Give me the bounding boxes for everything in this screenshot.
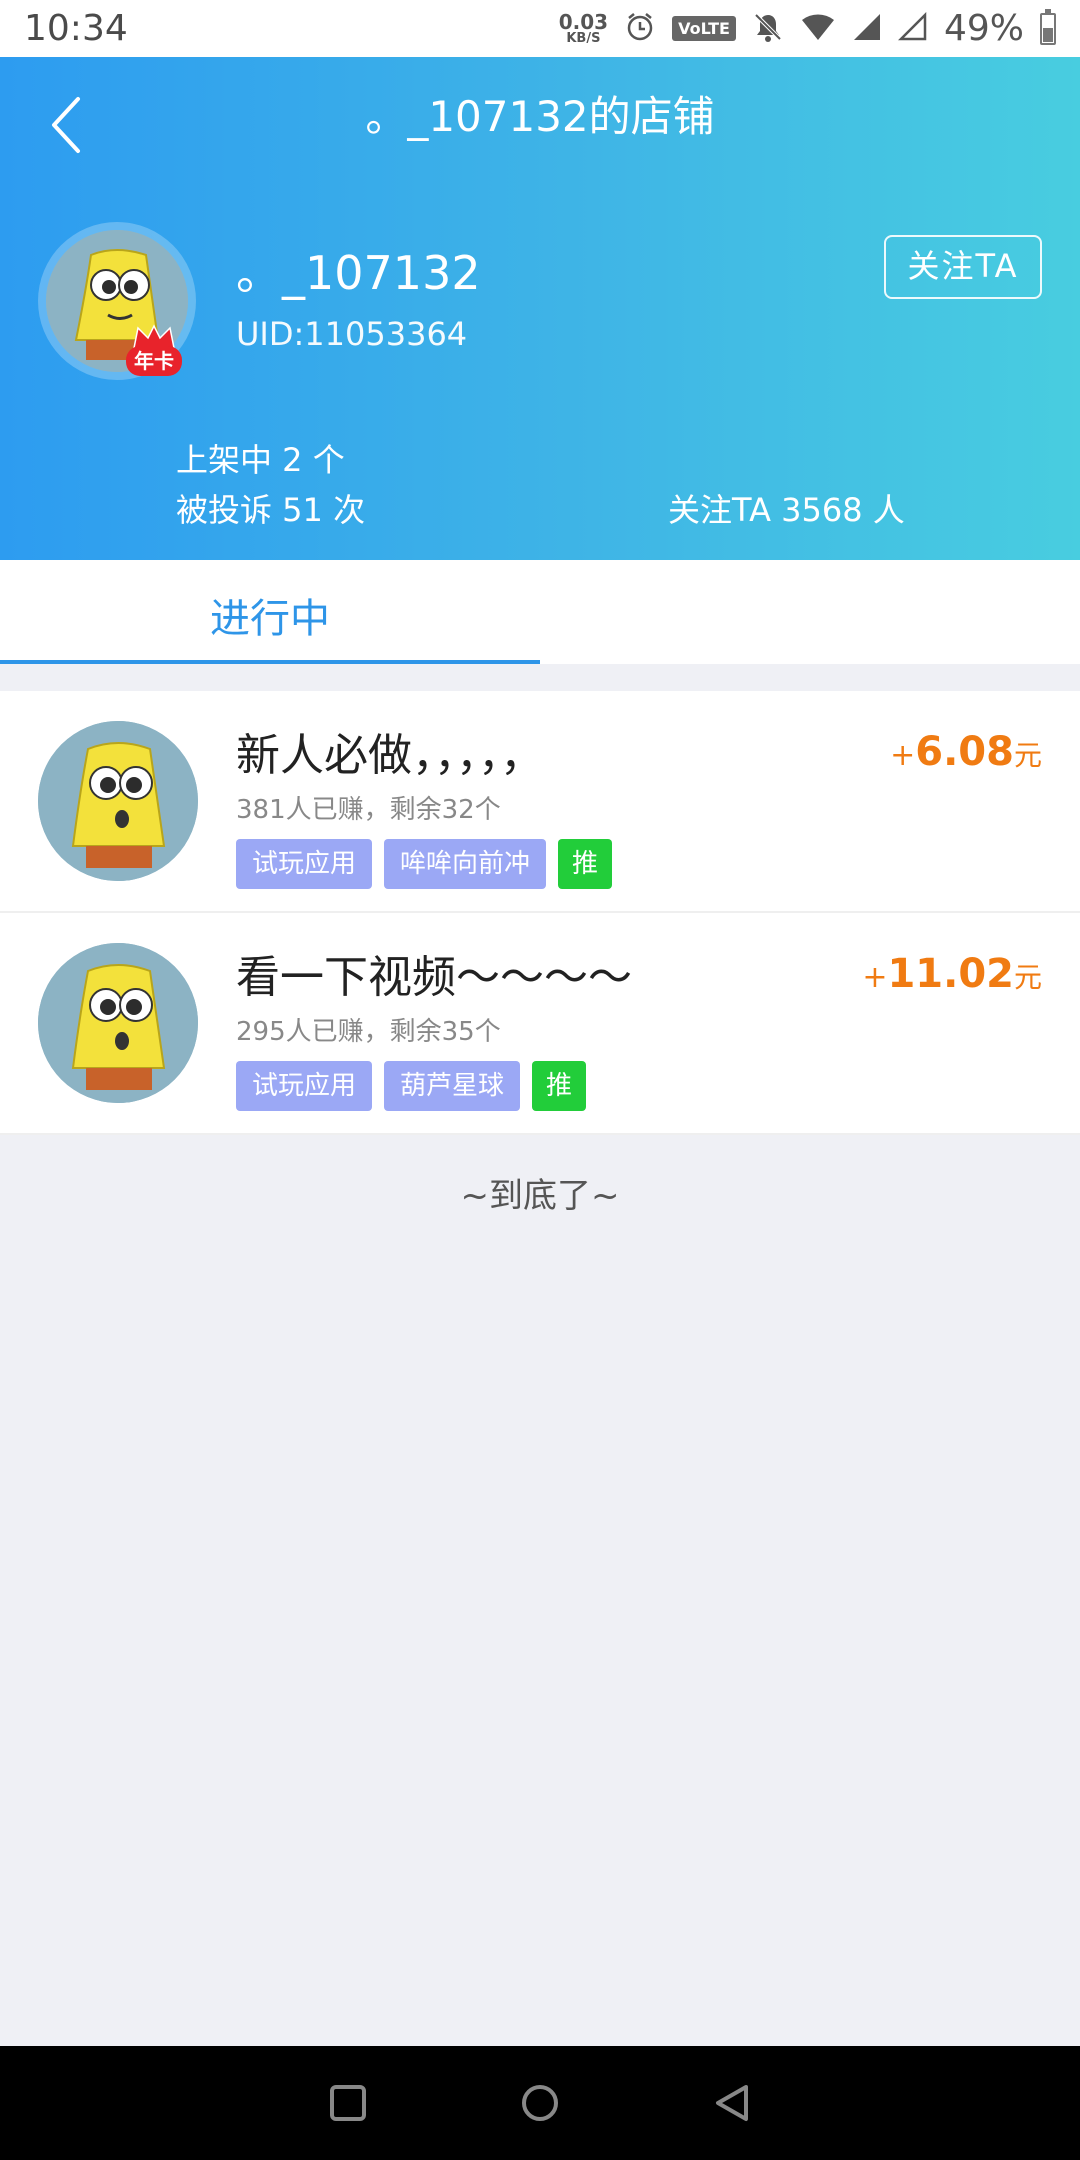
task-list: 新人必做，，，，， 381人已赚，剩余32个 试玩应用 哞哞向前冲 推 + 6.… <box>0 691 1080 1135</box>
vip-badge-label: 年卡 <box>126 346 182 376</box>
tab-in-progress[interactable]: 进行中 <box>0 560 540 664</box>
net-speed-value: 0.03 <box>558 10 609 34</box>
shop-uid: UID:11053364 <box>236 315 468 353</box>
vip-badge: 年卡 <box>120 324 188 380</box>
reward-amount: 6.08 <box>915 729 1014 775</box>
circle-icon <box>522 2085 558 2121</box>
task-reward: + 6.08 元 <box>890 729 1042 775</box>
triangle-back-icon <box>716 2085 748 2121</box>
status-icons: 0.03 KB/S VoLTE 49% <box>559 8 1056 49</box>
complaint-count: 被投诉 51 次 <box>176 491 366 529</box>
shop-header: 。_107132的店铺 年卡 。_107132 UID:11053364 关注T… <box>0 57 1080 560</box>
reward-plus: + <box>862 960 888 995</box>
reward-amount: 11.02 <box>887 951 1014 997</box>
tab-label: 进行中 <box>210 596 330 642</box>
tag-app: 葫芦星球 <box>384 1061 521 1111</box>
task-avatar <box>38 943 198 1103</box>
listed-count: 上架中 2 个 <box>176 441 345 479</box>
status-bar: 10:34 0.03 KB/S VoLTE 49% <box>0 0 1080 57</box>
task-subtitle: 295人已赚，剩余35个 <box>236 1017 501 1047</box>
signal-icon <box>852 12 882 46</box>
list-item[interactable]: 新人必做，，，，， 381人已赚，剩余32个 试玩应用 哞哞向前冲 推 + 6.… <box>0 691 1080 913</box>
nav-recents-button[interactable] <box>326 2081 370 2125</box>
net-speed: 0.03 KB/S <box>559 12 608 45</box>
tag-category: 试玩应用 <box>236 1061 373 1111</box>
tab-indicator <box>0 660 540 664</box>
reward-plus: + <box>890 738 916 773</box>
signal-empty-icon <box>897 11 928 46</box>
wifi-icon <box>800 12 836 46</box>
battery-percent: 49% <box>943 8 1024 49</box>
nav-back-button[interactable] <box>710 2081 754 2125</box>
net-speed-unit: KB/S <box>566 31 601 46</box>
reward-unit: 元 <box>1013 961 1042 994</box>
list-item[interactable]: 看一下视频～～～～ 295人已赚，剩余35个 试玩应用 葫芦星球 推 + 11.… <box>0 913 1080 1135</box>
reward-unit: 元 <box>1013 739 1042 772</box>
task-tags: 试玩应用 哞哞向前冲 推 <box>236 839 613 889</box>
system-nav-bar <box>0 2046 1080 2160</box>
battery-icon <box>1040 8 1056 45</box>
task-reward: + 11.02 元 <box>862 951 1042 997</box>
task-avatar <box>38 721 198 881</box>
mute-icon <box>752 11 784 47</box>
task-title: 看一下视频～～～～ <box>236 952 632 1003</box>
nav-home-button[interactable] <box>518 2081 562 2125</box>
tag-category: 试玩应用 <box>236 839 373 889</box>
tag-recommend: 推 <box>532 1061 587 1111</box>
task-title: 新人必做，，，，， <box>236 730 544 781</box>
tab-bar: 进行中 <box>0 560 1080 664</box>
end-of-list-text: ~到底了~ <box>460 1176 620 1216</box>
shop-name: 。_107132 <box>236 246 481 300</box>
page-title: 。_107132的店铺 <box>365 92 715 141</box>
task-subtitle: 381人已赚，剩余32个 <box>236 795 501 825</box>
task-tags: 试玩应用 葫芦星球 推 <box>236 1061 587 1111</box>
tag-recommend: 推 <box>558 839 613 889</box>
status-time: 10:34 <box>24 8 128 49</box>
alarm-icon <box>624 11 656 47</box>
follower-count: 关注TA 3568 人 <box>668 491 905 529</box>
square-icon <box>330 2085 366 2121</box>
tag-app: 哞哞向前冲 <box>384 839 547 889</box>
volte-badge: VoLTE <box>672 16 736 41</box>
follow-button[interactable]: 关注TA <box>884 235 1042 299</box>
